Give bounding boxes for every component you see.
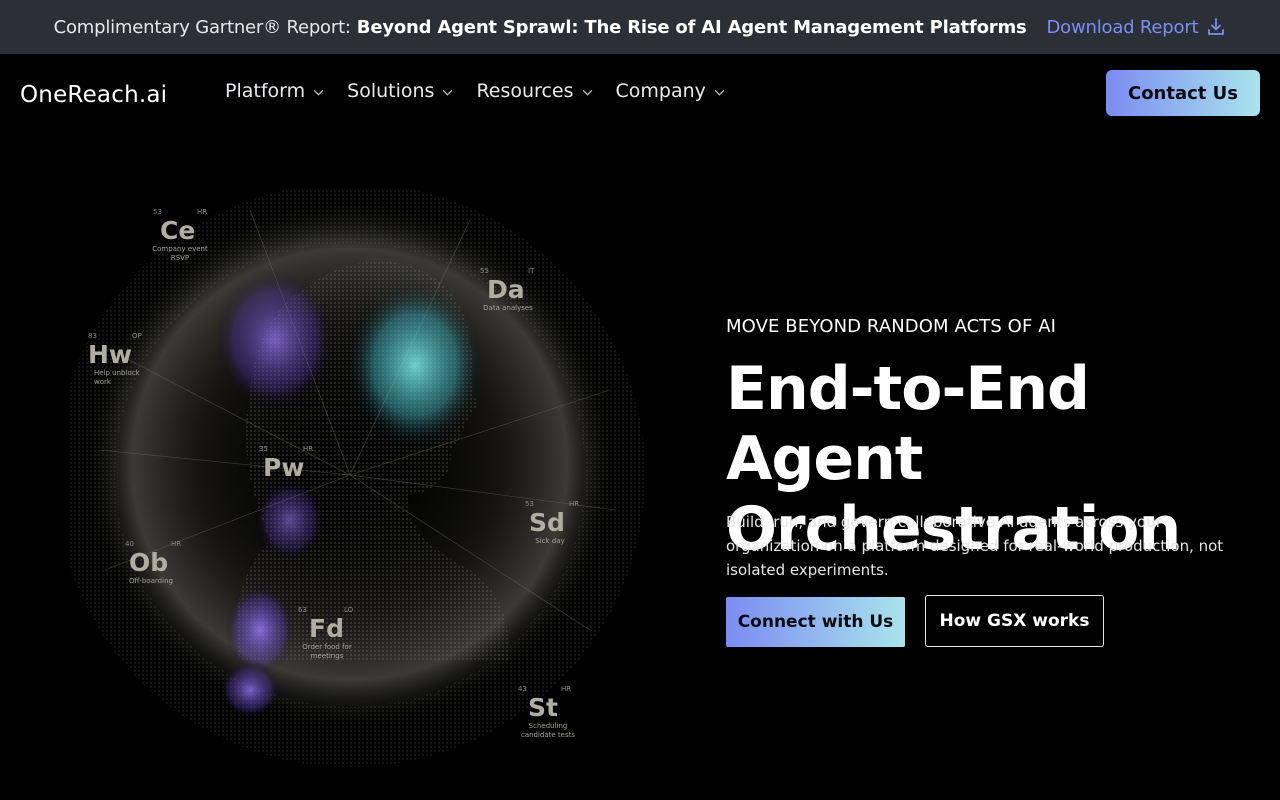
announcement-title: Beyond Agent Sprawl: The Rise of AI Agen… <box>356 16 1027 38</box>
headline-line-1: End-to-End Agent <box>726 354 1090 494</box>
element-number: 43 <box>518 685 527 693</box>
element-number: 40 <box>125 540 134 548</box>
element-category: HR <box>303 445 314 453</box>
element-category: IT <box>528 267 535 275</box>
download-report-label: Download Report <box>1046 16 1199 38</box>
element-symbol: St <box>528 693 558 722</box>
element-tile-st: 43 HR St Scheduling candidate tests <box>515 685 581 740</box>
how-gsx-works-button[interactable]: How GSX works <box>925 595 1104 647</box>
element-description: Off-boarding <box>129 577 173 585</box>
nav-item-solutions[interactable]: Solutions <box>347 80 454 102</box>
nav-item-resources[interactable]: Resources <box>476 80 593 102</box>
element-tile-hw: 83 OP Hw Help unblock work <box>86 332 142 387</box>
element-category: HR <box>569 500 580 508</box>
chevron-down-icon <box>443 89 453 96</box>
download-report-link[interactable]: Download Report <box>1047 17 1227 38</box>
element-symbol: Hw <box>88 340 133 369</box>
element-description: Company event RSVP <box>152 245 208 262</box>
element-symbol: Ce <box>160 216 196 245</box>
connect-with-us-button[interactable]: Connect with Us <box>726 597 905 647</box>
element-tile-sd: 53 HR Sd Sick day <box>525 500 581 546</box>
element-symbol: Ob <box>129 548 169 577</box>
download-icon <box>1208 18 1225 35</box>
element-number: 53 <box>153 208 162 216</box>
contact-us-button[interactable]: Contact Us <box>1106 70 1260 116</box>
hero-eyebrow: MOVE BEYOND RANDOM ACTS OF AI <box>726 316 1057 337</box>
element-number: 55 <box>480 267 489 275</box>
logo[interactable]: OneReach.ai <box>20 82 167 108</box>
element-symbol: Pw <box>263 453 305 482</box>
element-symbol: Sd <box>529 508 565 537</box>
element-number: 35 <box>259 445 268 453</box>
element-description: Scheduling candidate tests <box>520 722 576 739</box>
element-tile-ce: 53 HR Ce Company event RSVP <box>150 208 210 263</box>
chevron-down-icon <box>313 89 324 96</box>
main-nav: Platform Solutions Resources Company <box>225 80 726 102</box>
announcement-bar: Complimentary Gartner® Report: Beyond Ag… <box>0 0 1280 54</box>
element-symbol: Fd <box>309 614 344 643</box>
element-category: HR <box>561 685 572 693</box>
element-symbol: Da <box>487 275 525 304</box>
hero-artwork: 53 HR Ce Company event RSVP 55 IT Da Dat… <box>55 183 650 770</box>
chevron-down-icon <box>582 89 592 96</box>
element-description: Sick day <box>535 537 565 545</box>
element-tile-ob: 40 HR Ob Off-boarding <box>125 540 181 586</box>
element-tile-pw: 35 HR Pw <box>258 445 314 482</box>
nav-item-company[interactable]: Company <box>616 80 726 102</box>
nav-item-platform[interactable]: Platform <box>225 80 325 102</box>
element-tile-da: 55 IT Da Data analyses <box>480 267 540 313</box>
element-category: OP <box>132 332 142 340</box>
element-tile-fd: 63 LO Fd Order food for meetings <box>297 606 357 661</box>
element-category: HR <box>171 540 182 548</box>
site-header: OneReach.ai Platform Solutions Resources… <box>0 54 1280 134</box>
element-category: LO <box>344 606 354 614</box>
element-number: 83 <box>88 332 97 340</box>
nav-label: Company <box>615 80 706 102</box>
nav-label: Resources <box>476 80 574 102</box>
announcement-lead: Complimentary Gartner® Report: <box>53 16 351 38</box>
nav-label: Platform <box>225 80 306 102</box>
element-description: Order food for meetings <box>302 643 352 660</box>
element-description: Data analyses <box>483 304 533 312</box>
element-number: 63 <box>298 606 307 614</box>
particle-portrait-illustration <box>55 183 645 767</box>
element-number: 53 <box>525 500 534 508</box>
element-category: HR <box>197 208 208 216</box>
hero-subtext: Build, run, and govern collaborative AI … <box>726 513 1224 579</box>
chevron-down-icon <box>714 89 725 96</box>
element-description: Help unblock work <box>94 369 140 386</box>
nav-label: Solutions <box>347 80 435 102</box>
